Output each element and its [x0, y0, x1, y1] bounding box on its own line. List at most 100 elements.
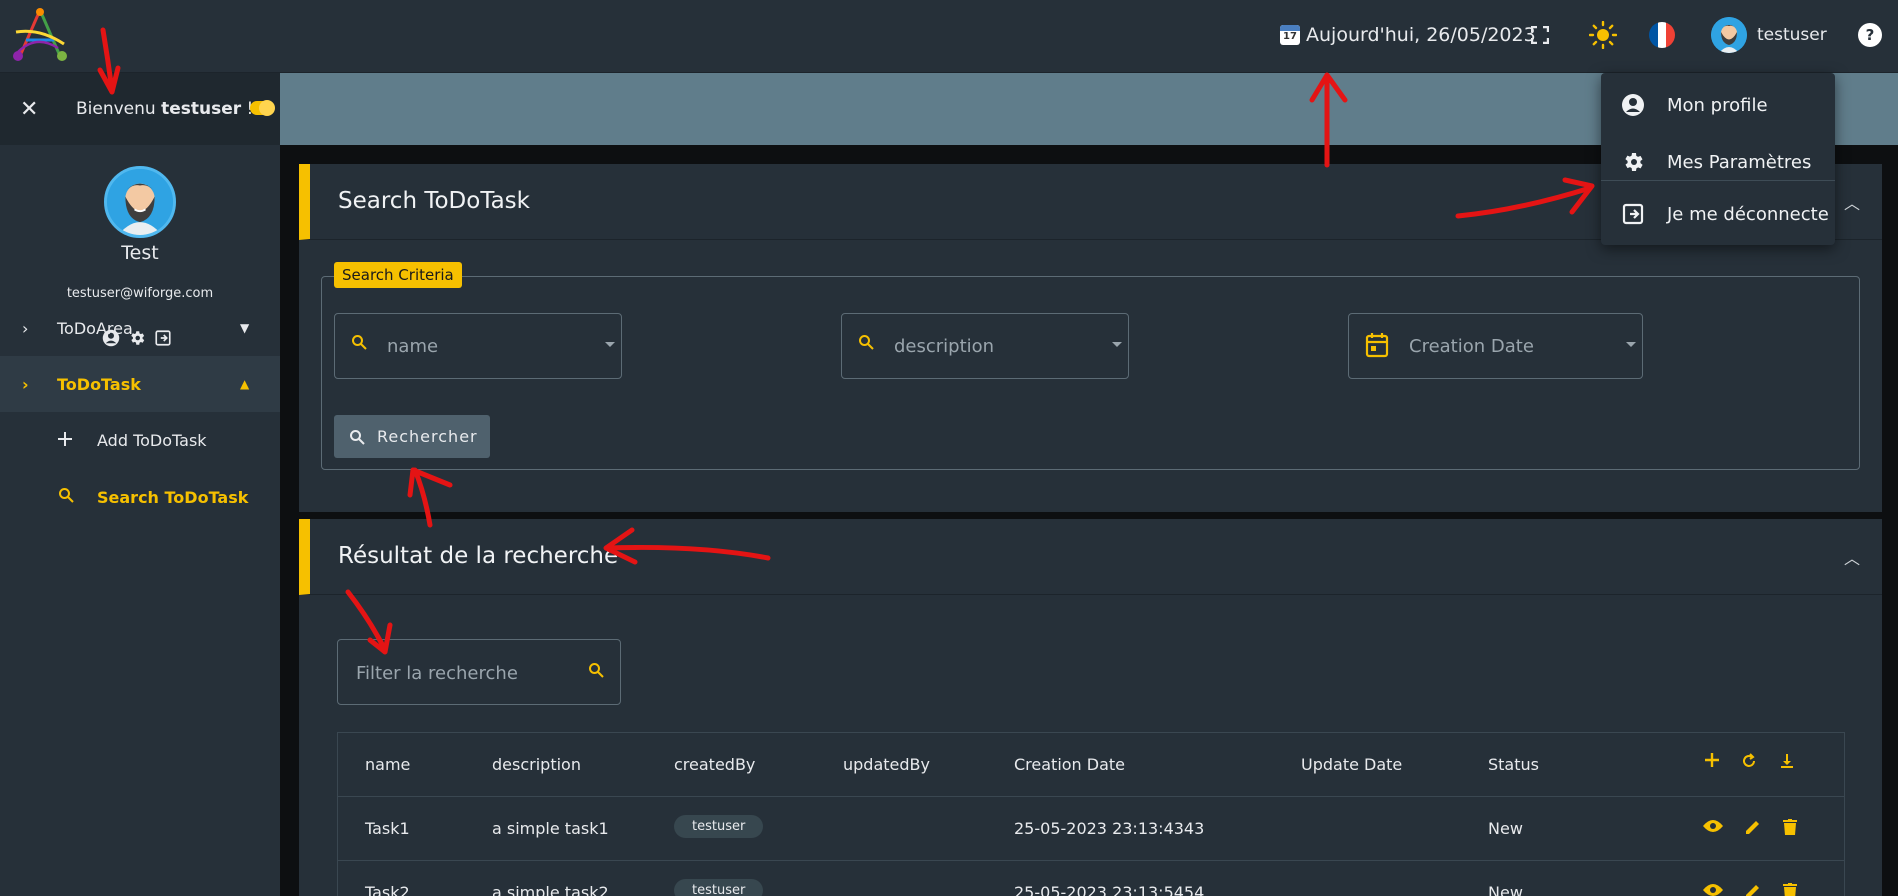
row-actions: [1703, 819, 1797, 835]
profile-email: testuser@wiforge.com: [66, 286, 214, 301]
menu-item-profile[interactable]: Mon profile: [1601, 77, 1835, 134]
delete-icon[interactable]: [1783, 883, 1797, 896]
calendar-icon: [1365, 332, 1389, 363]
sun-icon[interactable]: [1587, 19, 1619, 51]
cell-description: a simple task2: [492, 883, 609, 896]
sidebar-header: ✕ Bienvenu testuser !: [0, 73, 280, 145]
gear-icon: [1621, 150, 1645, 179]
column-header[interactable]: description: [492, 755, 581, 774]
column-header[interactable]: Status: [1488, 755, 1539, 774]
menu-item-logout[interactable]: Je me déconnecte: [1601, 186, 1835, 243]
chevron-right-icon: ›: [22, 318, 29, 338]
cell-name: Task1: [365, 819, 410, 838]
column-header[interactable]: Creation Date: [1014, 755, 1125, 774]
eye-icon[interactable]: [1703, 819, 1723, 833]
edit-icon[interactable]: [1745, 883, 1761, 896]
filter-placeholder: Filter la recherche: [356, 663, 518, 684]
dropdown-arrow-icon: [1112, 342, 1122, 347]
name-placeholder: name: [387, 335, 439, 357]
cell-status: New: [1488, 883, 1523, 896]
sidebar-item-label: ToDoTask: [57, 374, 141, 394]
top-bar: 17 Aujourd'hui, 26/05/2023 testuser ?: [0, 0, 1898, 73]
creation-date-placeholder: Creation Date: [1409, 335, 1534, 357]
sidebar-toggle[interactable]: [250, 100, 275, 116]
today-date: 17 Aujourd'hui, 26/05/2023: [1280, 20, 1536, 50]
logout-icon: [1621, 202, 1645, 231]
cell-status: New: [1488, 819, 1523, 838]
caret-up-icon: ▲: [240, 377, 250, 391]
sidebar-subitem-label: Search ToDoTask: [97, 487, 249, 507]
caret-down-icon: ▼: [240, 321, 250, 335]
search-criteria-legend: Search Criteria: [334, 262, 462, 288]
chevron-up-icon[interactable]: ︿: [1844, 190, 1860, 214]
table-toolbar: [1705, 753, 1795, 769]
column-header[interactable]: createdBy: [674, 755, 755, 774]
table-row[interactable]: Task1 a simple task1 testuser 25-05-2023…: [338, 797, 1844, 861]
name-select[interactable]: name: [334, 313, 622, 379]
result-card-title: Résultat de la recherche: [338, 543, 619, 569]
chevron-right-icon: ›: [22, 374, 29, 394]
description-select[interactable]: description: [841, 313, 1129, 379]
creation-date-select[interactable]: Creation Date: [1348, 313, 1643, 379]
welcome-user: testuser: [161, 99, 242, 119]
cell-description: a simple task1: [492, 819, 609, 838]
row-actions: [1703, 883, 1797, 896]
menu-item-label: Mon profile: [1667, 95, 1768, 116]
delete-icon[interactable]: [1783, 819, 1797, 835]
profile-avatar: [104, 166, 176, 238]
profile-name: Test: [121, 242, 159, 264]
created-by-chip: testuser: [674, 879, 764, 896]
sidebar-item-todoarea[interactable]: › ToDoArea ▼: [0, 300, 280, 356]
avatar: [1711, 17, 1747, 53]
menu-item-label: Je me déconnecte: [1667, 204, 1829, 225]
sidebar-subitem-add-todotask[interactable]: Add ToDoTask: [0, 412, 280, 468]
chevron-up-icon[interactable]: ︿: [1844, 545, 1860, 569]
user-name: testuser: [1757, 25, 1827, 45]
created-by-chip: testuser: [674, 815, 764, 838]
eye-icon[interactable]: [1703, 883, 1723, 896]
account-circle-icon: [1621, 93, 1645, 122]
help-icon[interactable]: ?: [1854, 19, 1886, 51]
cell-name: Task2: [365, 883, 410, 896]
search-icon: [858, 334, 874, 355]
svg-text:?: ?: [1866, 26, 1875, 44]
cell-creation-date: 25-05-2023 23:13:4343: [1014, 819, 1205, 838]
menu-item-label: Mes Paramètres: [1667, 152, 1812, 173]
results-table: name description createdBy updatedBy Cre…: [337, 732, 1845, 896]
welcome-text: Bienvenu testuser !: [76, 99, 254, 119]
result-card-header[interactable]: Résultat de la recherche ︿: [299, 519, 1882, 595]
search-button[interactable]: Rechercher: [334, 415, 490, 458]
calendar-icon: 17: [1280, 25, 1300, 45]
search-icon: [58, 487, 74, 507]
search-button-label: Rechercher: [377, 427, 478, 446]
add-icon[interactable]: [1705, 753, 1719, 767]
cell-creation-date: 25-05-2023 23:13:5454: [1014, 883, 1205, 896]
search-card-title: Search ToDoTask: [338, 188, 530, 214]
language-flag-icon[interactable]: [1646, 19, 1678, 51]
download-icon[interactable]: [1779, 753, 1795, 769]
column-header[interactable]: name: [365, 755, 410, 774]
filter-input[interactable]: Filter la recherche: [337, 639, 621, 705]
sidebar: ✕ Bienvenu testuser ! Test testuser@wifo…: [0, 73, 280, 896]
menu-item-settings[interactable]: Mes Paramètres: [1601, 134, 1835, 191]
edit-icon[interactable]: [1745, 819, 1761, 835]
user-dropdown-menu: Mon profile Mes Paramètres Je me déconne…: [1601, 73, 1835, 245]
search-icon: [350, 429, 365, 445]
sidebar-item-todotask[interactable]: › ToDoTask ▲: [0, 356, 280, 412]
table-row[interactable]: Task2 a simple task2 testuser 25-05-2023…: [338, 861, 1844, 896]
search-icon: [351, 334, 367, 355]
column-header[interactable]: updatedBy: [843, 755, 930, 774]
table-header-row: name description createdBy updatedBy Cre…: [338, 733, 1844, 797]
close-icon[interactable]: ✕: [20, 97, 40, 122]
sidebar-item-label: ToDoArea: [57, 318, 133, 338]
user-menu-trigger[interactable]: testuser: [1711, 17, 1827, 53]
result-card: Résultat de la recherche ︿ Filter la rec…: [299, 519, 1882, 896]
description-placeholder: description: [894, 335, 995, 357]
refresh-icon[interactable]: [1741, 753, 1757, 769]
search-icon: [588, 662, 604, 682]
fullscreen-icon[interactable]: [1524, 19, 1556, 51]
app-logo[interactable]: [6, 4, 74, 66]
sidebar-subitem-search-todotask[interactable]: Search ToDoTask: [0, 469, 280, 525]
column-header[interactable]: Update Date: [1301, 755, 1402, 774]
menu-divider: [1601, 180, 1835, 181]
